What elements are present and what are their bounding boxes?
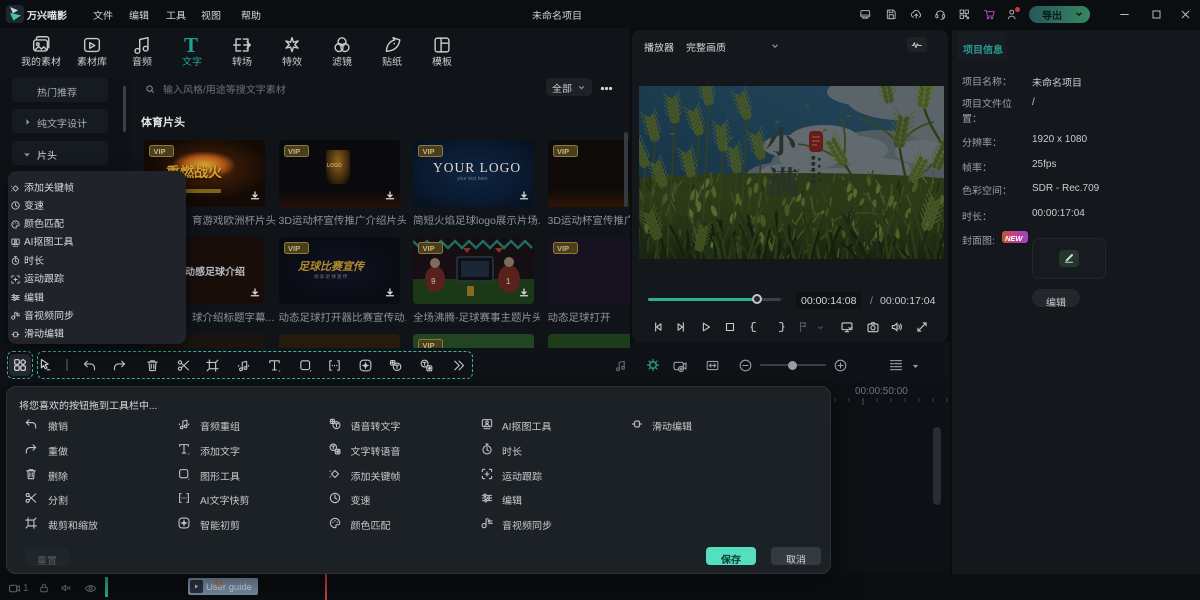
svg-text:9: 9	[431, 277, 436, 286]
svg-text:1: 1	[506, 277, 511, 286]
